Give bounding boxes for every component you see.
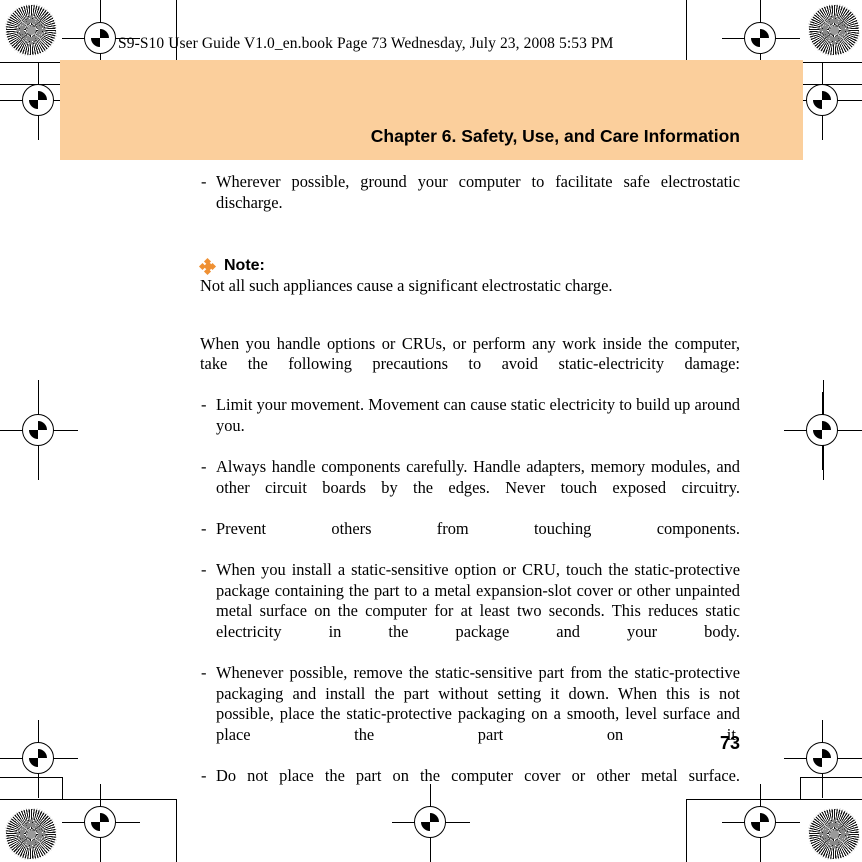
list-item-text: When you install a static-sensitive opti… [216, 560, 740, 641]
registration-crosshair-upper-left [0, 62, 78, 140]
page-number: 73 [719, 733, 740, 753]
book-file-header: S9-S10 User Guide V1.0_en.book Page 73 W… [118, 35, 614, 52]
list-item: - Whenever possible, remove the static-se… [200, 663, 740, 766]
list-item-text: Limit your movement. Movement can cause … [216, 395, 740, 435]
registration-star-bottom-left [5, 808, 57, 860]
list-item: - Prevent others from touching components… [200, 519, 740, 560]
registration-crosshair-right-middle [784, 392, 862, 470]
list-item-text: Do not place the part on the computer co… [216, 766, 740, 786]
list-dash: - [201, 172, 207, 191]
registration-star-bottom-right [808, 808, 860, 860]
chapter-banner: Chapter 6. Safety, Use, and Care Informa… [60, 60, 803, 160]
note-body: Not all such appliances cause a signific… [200, 276, 613, 296]
list-dash: - [201, 663, 207, 683]
list-item: - Always handle components carefully. Han… [200, 457, 740, 519]
list-item-text: Always handle components carefully. Hand… [216, 457, 740, 497]
page-content: - Wherever possible, ground your computer… [198, 172, 740, 807]
registration-crosshair-bottom-left [62, 784, 140, 862]
note-diamond-icon [198, 257, 217, 275]
trim-line-bottom-left-inner-v [62, 777, 63, 799]
intro-paragraph: When you handle options or CRUs, or perf… [200, 333, 740, 374]
note-heading: Note: [198, 256, 740, 277]
registration-crosshair-upper-right [784, 62, 862, 140]
list-dash: - [201, 457, 207, 477]
trim-line-bottom-right-v [686, 799, 687, 862]
trim-line-top-left-v [176, 0, 177, 63]
trim-line-top-right-v [686, 0, 687, 63]
registration-crosshair-left-middle [0, 392, 78, 470]
registration-star-top-right [808, 4, 860, 56]
note-label: Note: [224, 256, 265, 274]
trim-line-bottom-left-v [176, 799, 177, 862]
list-item-text: Whenever possible, remove the static-sen… [216, 663, 740, 744]
list-item: - Wherever possible, ground your computer… [200, 172, 740, 234]
registration-crosshair-lower-right [784, 720, 862, 798]
registration-crosshair-lower-left [0, 720, 78, 798]
list-item-text: Wherever possible, ground your computer … [216, 172, 740, 212]
registration-crosshair-bottom-right [722, 784, 800, 862]
list-item: - Do not place the part on the computer c… [200, 766, 740, 807]
list-item: - Limit your movement. Movement can cause… [200, 395, 740, 457]
registration-star-top-left [5, 4, 57, 56]
list-dash: - [201, 395, 207, 415]
list-dash: - [201, 518, 207, 538]
list-dash: - [201, 560, 207, 580]
list-item-text: Prevent others from touching components. [216, 518, 740, 538]
registration-crosshair-top-right [722, 0, 800, 78]
chapter-title: Chapter 6. Safety, Use, and Care Informa… [370, 126, 740, 146]
list-dash: - [201, 766, 207, 786]
list-item: - When you install a static-sensitive opt… [200, 560, 740, 663]
